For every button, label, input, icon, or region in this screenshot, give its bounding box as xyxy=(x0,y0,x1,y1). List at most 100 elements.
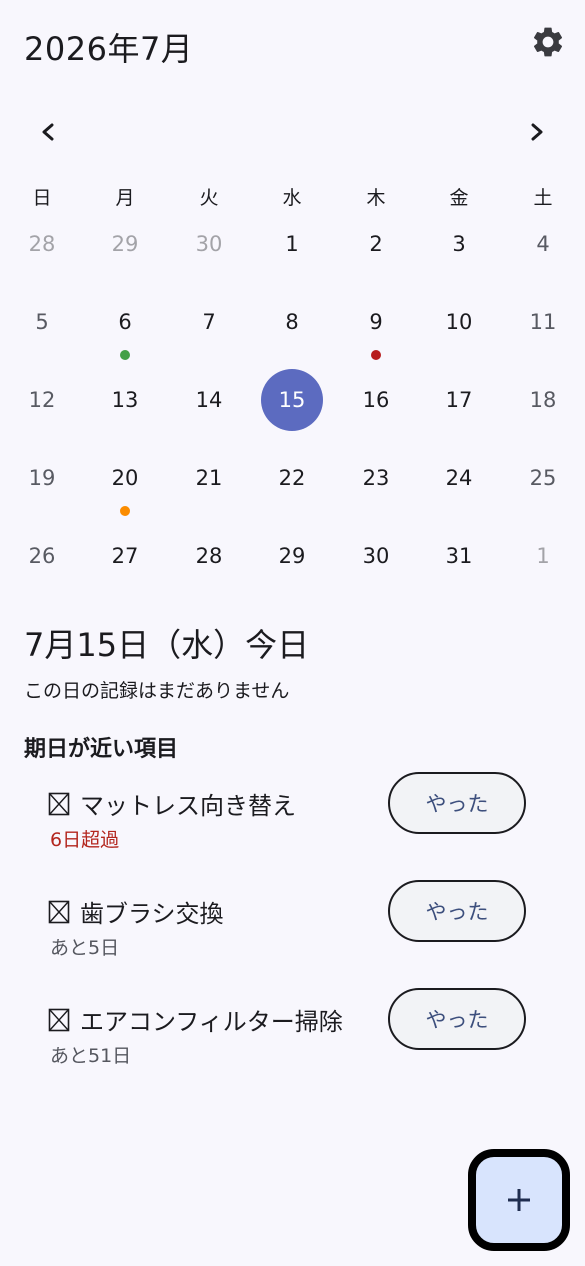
weekday-label: 金 xyxy=(449,187,469,209)
task-title: 歯ブラシ交換 xyxy=(48,894,224,929)
calendar-day[interactable]: 9 xyxy=(345,291,407,353)
checkbox-icon xyxy=(48,1008,70,1032)
calendar-day[interactable]: 17 xyxy=(428,369,490,431)
day-number: 29 xyxy=(111,232,139,256)
weekday-label: 火 xyxy=(199,187,219,209)
day-number: 24 xyxy=(445,466,473,490)
gear-icon xyxy=(533,27,563,57)
task-overdue-status: 6日超過 xyxy=(50,829,120,851)
calendar-day[interactable]: 10 xyxy=(428,291,490,353)
calendar-day-selected[interactable]: 15 xyxy=(261,369,323,431)
calendar-day[interactable]: 1 xyxy=(512,525,574,587)
day-number: 8 xyxy=(285,310,299,334)
task-name: マットレス向き替え xyxy=(80,792,296,820)
day-number: 29 xyxy=(278,544,306,568)
day-number: 22 xyxy=(278,466,306,490)
calendar-day[interactable]: 25 xyxy=(512,447,574,509)
app-screen: 2026年7月 日月火水木金土 28 29 30 1 2 3 4 5 6 7 8 9 10 11 12 13 1… xyxy=(0,0,585,1266)
calendar-day[interactable]: 8 xyxy=(261,291,323,353)
event-dot xyxy=(120,350,130,360)
calendar-day[interactable]: 3 xyxy=(428,213,490,275)
task-remaining-status: あと51日 xyxy=(50,1045,132,1067)
day-number: 9 xyxy=(369,310,383,334)
day-number: 2 xyxy=(369,232,383,256)
calendar-day[interactable]: 29 xyxy=(94,213,156,275)
plus-icon xyxy=(508,1189,530,1211)
day-number: 30 xyxy=(195,232,223,256)
day-number: 15 xyxy=(278,388,306,412)
calendar-day[interactable]: 27 xyxy=(94,525,156,587)
month-title: 2026年7月 xyxy=(24,30,194,68)
weekday-label: 日 xyxy=(32,187,52,209)
day-number: 11 xyxy=(529,310,557,334)
day-number: 10 xyxy=(445,310,473,334)
day-number: 28 xyxy=(28,232,56,256)
next-month-button[interactable] xyxy=(519,114,555,150)
calendar-day[interactable]: 30 xyxy=(345,525,407,587)
weekday-header: 日月火水木金土 xyxy=(0,180,585,212)
calendar-day[interactable]: 4 xyxy=(512,213,574,275)
upcoming-section-title: 期日が近い項目 xyxy=(24,737,179,762)
calendar-day[interactable]: 30 xyxy=(178,213,240,275)
calendar-day[interactable]: 1 xyxy=(261,213,323,275)
calendar-day[interactable]: 23 xyxy=(345,447,407,509)
day-number: 6 xyxy=(118,310,132,334)
calendar-day[interactable]: 29 xyxy=(261,525,323,587)
day-number: 7 xyxy=(202,310,216,334)
calendar-day[interactable]: 21 xyxy=(178,447,240,509)
day-number: 21 xyxy=(195,466,223,490)
day-number: 28 xyxy=(195,544,223,568)
chevron-right-icon xyxy=(531,123,543,141)
task-item: 歯ブラシ交換 あと5日 やった xyxy=(48,880,538,974)
event-dot xyxy=(371,350,381,360)
done-button[interactable]: やった xyxy=(388,880,526,942)
day-number: 20 xyxy=(111,466,139,490)
done-button[interactable]: やった xyxy=(388,772,526,834)
calendar-day[interactable]: 2 xyxy=(345,213,407,275)
calendar-day[interactable]: 22 xyxy=(261,447,323,509)
settings-button[interactable] xyxy=(530,24,566,60)
day-number: 30 xyxy=(362,544,390,568)
checkbox-icon xyxy=(48,900,70,924)
calendar-day[interactable]: 14 xyxy=(178,369,240,431)
done-button[interactable]: やった xyxy=(388,988,526,1050)
task-title: エアコンフィルター掃除 xyxy=(48,1002,343,1037)
calendar-day[interactable]: 31 xyxy=(428,525,490,587)
task-title: マットレス向き替え xyxy=(48,786,296,821)
calendar-day[interactable]: 18 xyxy=(512,369,574,431)
day-number: 27 xyxy=(111,544,139,568)
day-number: 12 xyxy=(28,388,56,412)
calendar-day[interactable]: 28 xyxy=(11,213,73,275)
task-name: 歯ブラシ交換 xyxy=(80,900,224,928)
calendar-day[interactable]: 28 xyxy=(178,525,240,587)
day-number: 17 xyxy=(445,388,473,412)
empty-records-note: この日の記録はまだありません xyxy=(24,680,290,702)
calendar-day[interactable]: 13 xyxy=(94,369,156,431)
calendar-day[interactable]: 24 xyxy=(428,447,490,509)
weekday-label: 土 xyxy=(533,187,553,209)
weekday-label: 月 xyxy=(115,187,135,209)
day-number: 31 xyxy=(445,544,473,568)
calendar-day[interactable]: 11 xyxy=(512,291,574,353)
calendar-day[interactable]: 12 xyxy=(11,369,73,431)
day-number: 14 xyxy=(195,388,223,412)
calendar-day[interactable]: 16 xyxy=(345,369,407,431)
weekday-label: 水 xyxy=(282,187,302,209)
calendar-day[interactable]: 5 xyxy=(11,291,73,353)
day-number: 13 xyxy=(111,388,139,412)
calendar-day[interactable]: 26 xyxy=(11,525,73,587)
weekday-label: 木 xyxy=(366,187,386,209)
day-number: 4 xyxy=(536,232,550,256)
day-number: 23 xyxy=(362,466,390,490)
task-name: エアコンフィルター掃除 xyxy=(80,1008,343,1036)
calendar-day[interactable]: 20 xyxy=(94,447,156,509)
calendar-day[interactable]: 6 xyxy=(94,291,156,353)
calendar-day[interactable]: 7 xyxy=(178,291,240,353)
prev-month-button[interactable] xyxy=(30,114,66,150)
task-item: エアコンフィルター掃除あと51日 やった xyxy=(48,988,538,1082)
add-button[interactable] xyxy=(468,1149,570,1251)
calendar-day[interactable]: 19 xyxy=(11,447,73,509)
day-number: 1 xyxy=(285,232,299,256)
day-number: 3 xyxy=(452,232,466,256)
day-number: 5 xyxy=(35,310,49,334)
